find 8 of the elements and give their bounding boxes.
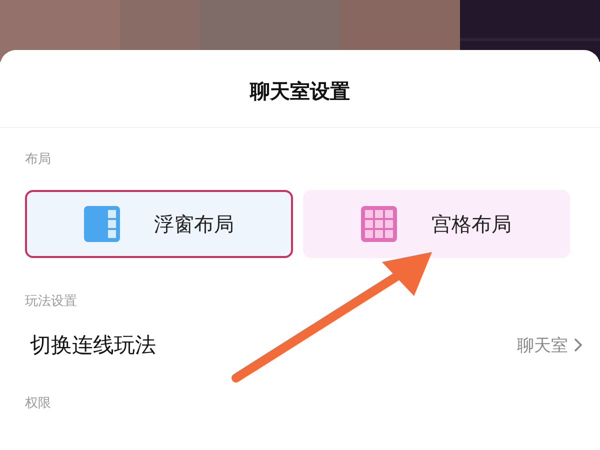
section-label: 玩法设置: [24, 293, 78, 310]
section-label: 权限: [24, 395, 52, 412]
layout-option[interactable]: 宫格布局: [302, 190, 570, 258]
sheet-title: 聊天室设置: [0, 50, 600, 128]
row-value[interactable]: 聊天室: [517, 334, 582, 356]
layout-option[interactable]: 浮窗布局: [25, 190, 292, 258]
row-label: 切换连线玩法: [30, 332, 156, 359]
section-label: 布局: [24, 151, 52, 168]
